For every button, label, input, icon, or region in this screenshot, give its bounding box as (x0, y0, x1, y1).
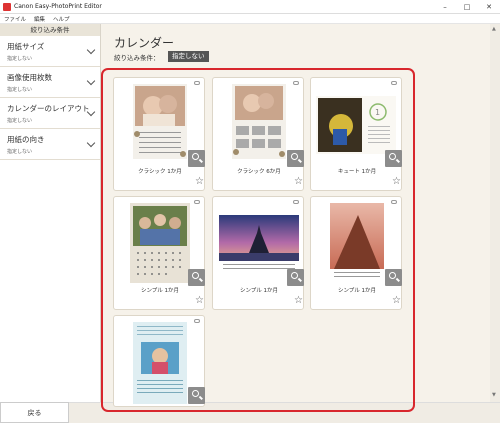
window-title: Canon Easy-PhotoPrint Editor (14, 3, 102, 10)
maximize-button[interactable]: □ (456, 0, 478, 14)
sidebar-header: 絞り込み条件 (0, 24, 100, 36)
condition-label: 絞り込み条件： (114, 54, 160, 62)
filter-value: 指定しない (7, 149, 33, 155)
highlight-frame (101, 68, 415, 412)
filter-title: 用紙サイズ (7, 42, 45, 51)
scroll-down-icon[interactable]: ▼ (492, 392, 498, 398)
condition-badge: 指定しない (168, 51, 209, 62)
filter-sidebar: 絞り込み条件 用紙サイズ 指定しない 画像使用枚数 指定しない カレンダーのレイ… (0, 24, 101, 402)
filter-image-count[interactable]: 画像使用枚数 指定しない (0, 67, 100, 98)
scrollbar[interactable]: ▲ ▼ (490, 24, 500, 402)
filter-value: 指定しない (7, 56, 33, 62)
scroll-up-icon[interactable]: ▲ (492, 26, 498, 32)
minimize-button[interactable]: – (434, 0, 456, 14)
page-title: カレンダー (114, 36, 175, 50)
filter-title: 画像使用枚数 (7, 73, 52, 82)
filter-calendar-layout[interactable]: カレンダーのレイアウト 指定しない (0, 98, 100, 129)
app-icon (3, 2, 11, 11)
menu-bar: ファイル 編集 ヘルプ (0, 14, 500, 24)
filter-value: 指定しない (7, 87, 33, 93)
title-bar: Canon Easy-PhotoPrint Editor – □ ✕ (0, 0, 500, 14)
filter-value: 指定しない (7, 118, 33, 124)
filter-orientation[interactable]: 用紙の向き 指定しない (0, 129, 100, 160)
menu-help[interactable]: ヘルプ (49, 15, 74, 23)
filter-title: 用紙の向き (7, 135, 45, 144)
filter-paper-size[interactable]: 用紙サイズ 指定しない (0, 36, 100, 67)
menu-edit[interactable]: 編集 (30, 15, 49, 23)
back-button[interactable]: 戻る (0, 402, 69, 423)
close-button[interactable]: ✕ (478, 0, 500, 14)
filter-title: カレンダーのレイアウト (7, 104, 90, 113)
menu-file[interactable]: ファイル (0, 15, 30, 23)
